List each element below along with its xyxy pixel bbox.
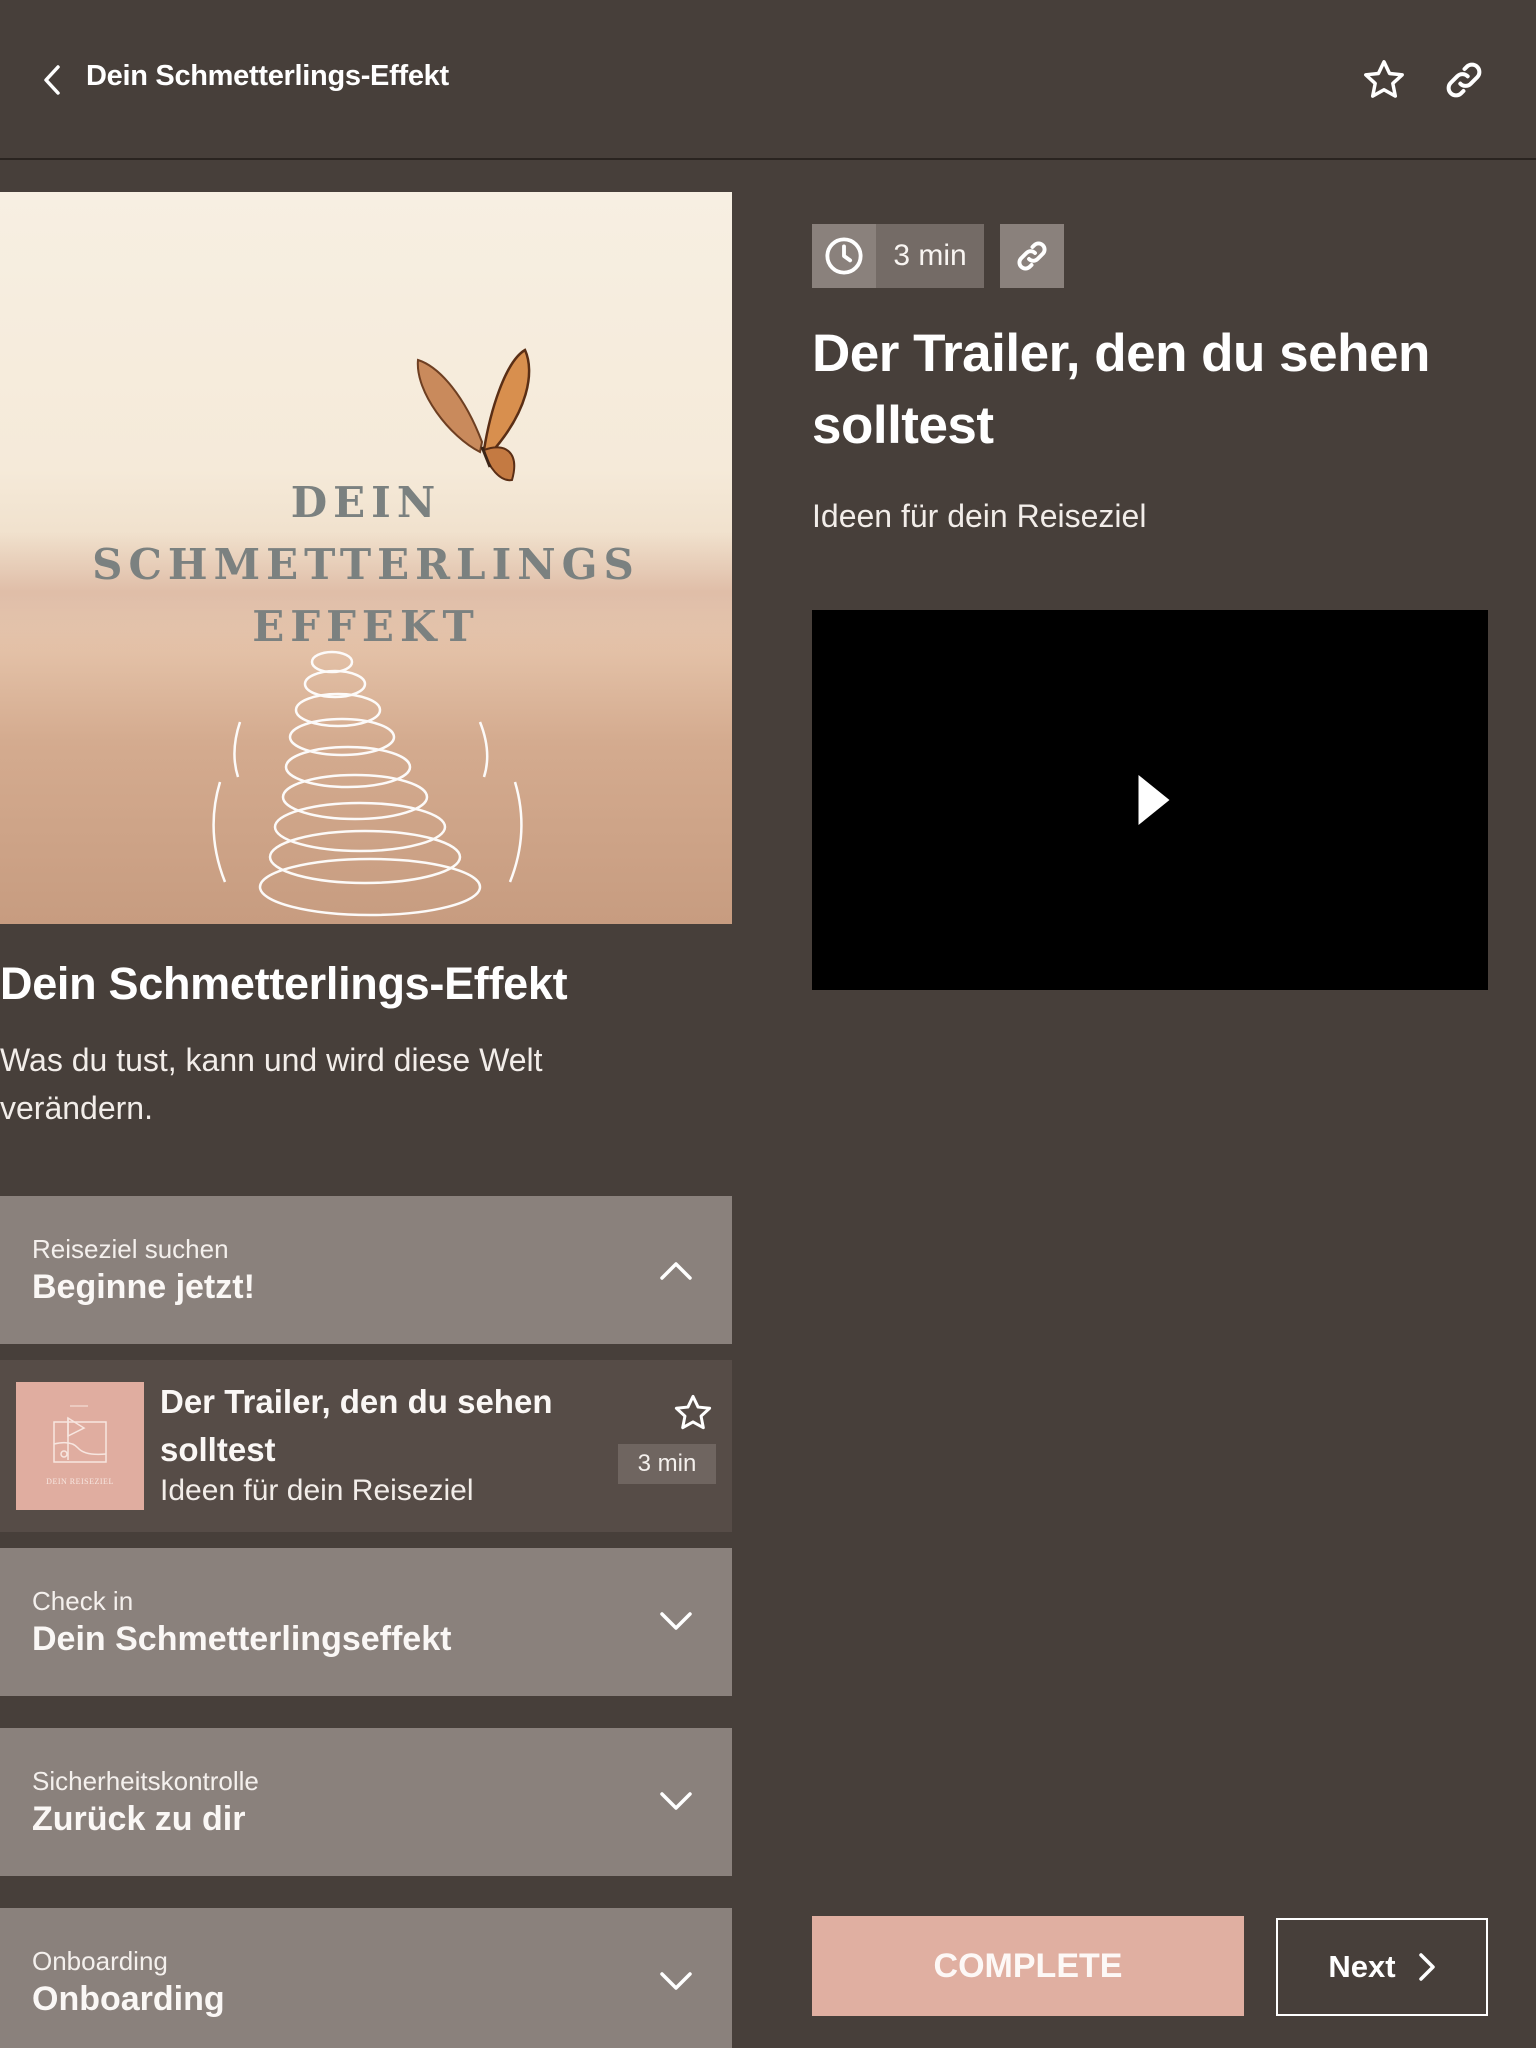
video-player[interactable]	[812, 610, 1488, 990]
chevron-down-icon	[660, 1612, 692, 1630]
section-title: Onboarding	[32, 1980, 225, 2018]
page-title: Dein Schmetterlings-Effekt	[86, 60, 449, 92]
flag-map-icon	[53, 1405, 107, 1463]
chevron-down-icon	[660, 1792, 692, 1810]
course-cover-image: DEIN SCHMETTERLINGS EFFEKT	[0, 192, 732, 924]
lesson-thumbnail: DEIN REISEZIEL	[16, 1382, 144, 1510]
play-icon[interactable]	[1138, 775, 1170, 825]
share-link-button[interactable]	[1440, 56, 1488, 104]
duration-icon-box	[812, 224, 876, 288]
cover-line-1: DEIN	[290, 478, 442, 527]
star-outline-icon	[674, 1394, 712, 1430]
expand-toggle[interactable]	[656, 1782, 696, 1822]
chevron-right-icon	[1418, 1953, 1435, 1981]
section-check-in[interactable]: Check in Dein Schmetterlingseffekt	[0, 1548, 732, 1696]
complete-button[interactable]: COMPLETE	[812, 1916, 1244, 2016]
chevron-left-icon	[44, 65, 60, 95]
chevron-up-icon	[660, 1262, 692, 1280]
star-outline-icon	[1364, 60, 1404, 98]
lesson-duration: 3 min	[876, 224, 984, 288]
section-sicherheitskontrolle[interactable]: Sicherheitskontrolle Zurück zu dir	[0, 1728, 732, 1876]
lesson-duration-badge: 3 min	[618, 1444, 716, 1484]
cover-title-text: DEIN SCHMETTERLINGS EFFEKT	[0, 472, 732, 658]
lesson-list-item[interactable]: DEIN REISEZIEL Der Trailer, den du sehen…	[0, 1360, 732, 1532]
expand-toggle[interactable]	[656, 1602, 696, 1642]
section-onboarding[interactable]: Onboarding Onboarding	[0, 1908, 732, 2048]
section-subtitle: Check in	[32, 1586, 134, 1616]
butterfly-illustration	[416, 348, 531, 482]
back-button[interactable]	[36, 62, 68, 98]
favorite-button[interactable]	[1360, 56, 1408, 104]
section-subtitle: Reiseziel suchen	[32, 1234, 229, 1264]
cover-line-2: SCHMETTERLINGS	[92, 540, 640, 589]
section-reiseziel-suchen[interactable]: Reiseziel suchen Beginne jetzt!	[0, 1196, 732, 1344]
clock-icon	[825, 237, 863, 275]
link-icon	[1017, 241, 1047, 271]
expand-toggle[interactable]	[656, 1962, 696, 2002]
lesson-title: Der Trailer, den du sehen solltest	[812, 324, 1430, 455]
section-title: Beginne jetzt!	[32, 1268, 255, 1306]
collapse-toggle[interactable]	[656, 1250, 696, 1290]
copy-link-button[interactable]	[1000, 224, 1064, 288]
lesson-item-title: Der Trailer, den du sehen solltest	[160, 1383, 553, 1468]
lesson-subtitle: Ideen für dein Reiseziel	[812, 498, 1147, 534]
top-bar: Dein Schmetterlings-Effekt	[0, 0, 1536, 160]
lesson-item-subtitle: Ideen für dein Reiseziel	[160, 1474, 474, 1507]
section-title: Dein Schmetterlingseffekt	[32, 1620, 452, 1658]
lesson-favorite-button[interactable]	[670, 1390, 716, 1436]
next-button[interactable]: Next	[1276, 1918, 1488, 2016]
lesson-meta: 3 min	[812, 224, 1064, 288]
section-subtitle: Onboarding	[32, 1946, 168, 1976]
next-label: Next	[1328, 1949, 1396, 1984]
chevron-down-icon	[660, 1972, 692, 1990]
course-description: Was du tust, kann und wird diese Welt ve…	[0, 1042, 543, 1126]
course-title: Dein Schmetterlings-Effekt	[0, 958, 568, 1009]
section-subtitle: Sicherheitskontrolle	[32, 1766, 259, 1796]
link-icon	[1446, 62, 1482, 98]
section-title: Zurück zu dir	[32, 1800, 246, 1838]
spiral-illustration	[212, 650, 523, 917]
thumbnail-label: DEIN REISEZIEL	[46, 1477, 114, 1486]
